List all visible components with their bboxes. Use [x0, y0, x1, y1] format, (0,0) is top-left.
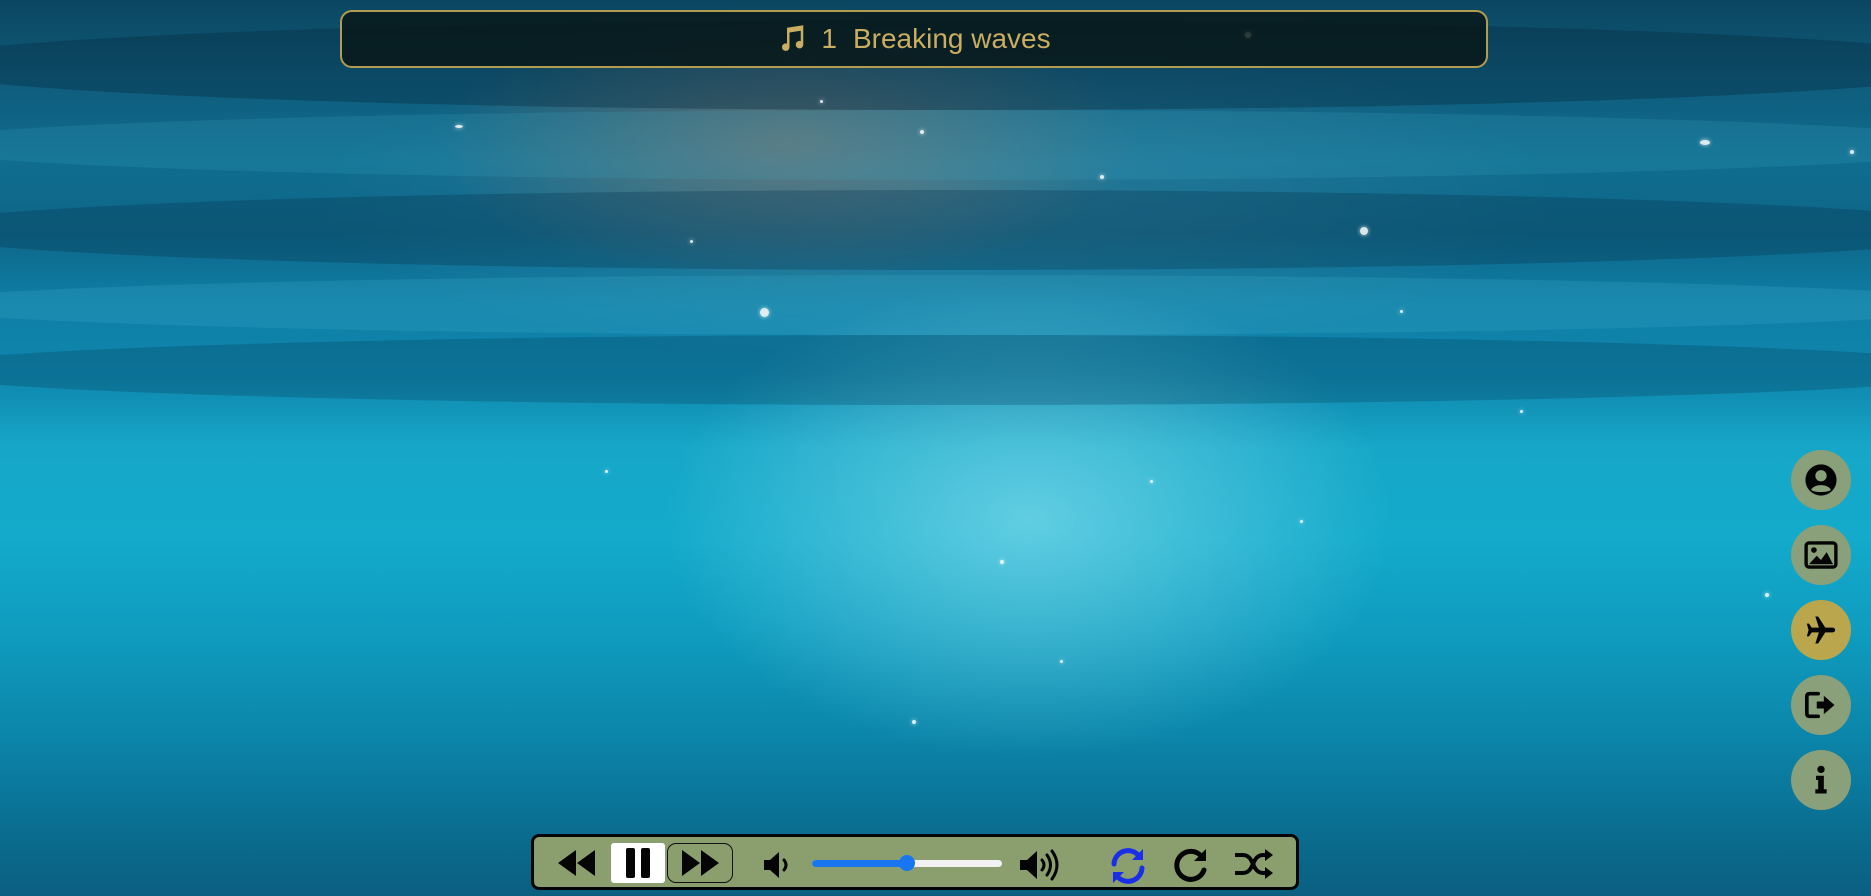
mute-button[interactable]	[762, 850, 796, 880]
rewind-button[interactable]	[556, 848, 598, 878]
track-number: 1	[821, 23, 837, 54]
pause-icon	[626, 848, 650, 878]
volume-slider[interactable]	[812, 855, 1002, 871]
repeat-one-icon	[1174, 848, 1207, 882]
volume-low-icon	[764, 852, 788, 878]
travel-button[interactable]	[1791, 600, 1851, 660]
airplane-icon	[1806, 616, 1836, 644]
bubble	[1520, 410, 1523, 413]
sign-out-icon	[1804, 691, 1835, 719]
wave-shadow	[0, 335, 1871, 405]
wave-highlight	[0, 110, 1871, 180]
volume-fill	[812, 860, 907, 867]
user-circle-icon	[1805, 464, 1837, 496]
bubble	[1100, 175, 1104, 179]
info-icon	[1815, 765, 1827, 794]
gallery-button[interactable]	[1791, 525, 1851, 585]
bubble	[1300, 520, 1303, 523]
info-button[interactable]	[1791, 750, 1851, 810]
fast-forward-button[interactable]	[667, 843, 733, 883]
shuffle-button[interactable]	[1233, 848, 1275, 880]
player-controls	[531, 834, 1299, 890]
repeat-one-button[interactable]	[1171, 846, 1211, 886]
image-icon	[1804, 541, 1838, 569]
rewind-icon	[558, 850, 595, 876]
volume-high-icon	[1020, 849, 1059, 881]
shuffle-icon	[1235, 849, 1273, 879]
logout-button[interactable]	[1791, 675, 1851, 735]
bubble	[1850, 150, 1854, 154]
fast-forward-icon	[682, 850, 719, 876]
pause-button[interactable]	[611, 843, 665, 883]
profile-button[interactable]	[1791, 450, 1851, 510]
bubble	[1360, 227, 1368, 235]
bubble	[1060, 660, 1063, 663]
bubble	[920, 130, 924, 134]
bubble	[820, 100, 823, 103]
bubble	[690, 240, 693, 243]
underwater-background: 1 Breaking waves	[0, 0, 1871, 896]
repeat-all-icon	[1111, 848, 1145, 884]
music-note-icon	[782, 25, 804, 51]
bubble	[1700, 140, 1710, 145]
bubble	[1150, 480, 1153, 483]
bubble	[760, 308, 769, 317]
side-menu	[1791, 450, 1851, 810]
bubble	[605, 470, 608, 473]
bubble	[1765, 593, 1769, 597]
bubble	[1400, 310, 1403, 313]
bubble	[1000, 560, 1004, 564]
bubble	[455, 125, 463, 128]
volume-thumb[interactable]	[899, 855, 915, 871]
bubble	[912, 720, 916, 724]
repeat-all-button[interactable]	[1107, 845, 1149, 887]
wave-highlight	[0, 275, 1871, 335]
wave-shadow	[0, 190, 1871, 270]
now-playing-bar: 1 Breaking waves	[340, 10, 1488, 68]
volume-max-button[interactable]	[1018, 848, 1064, 882]
track-title: Breaking waves	[852, 23, 1051, 54]
